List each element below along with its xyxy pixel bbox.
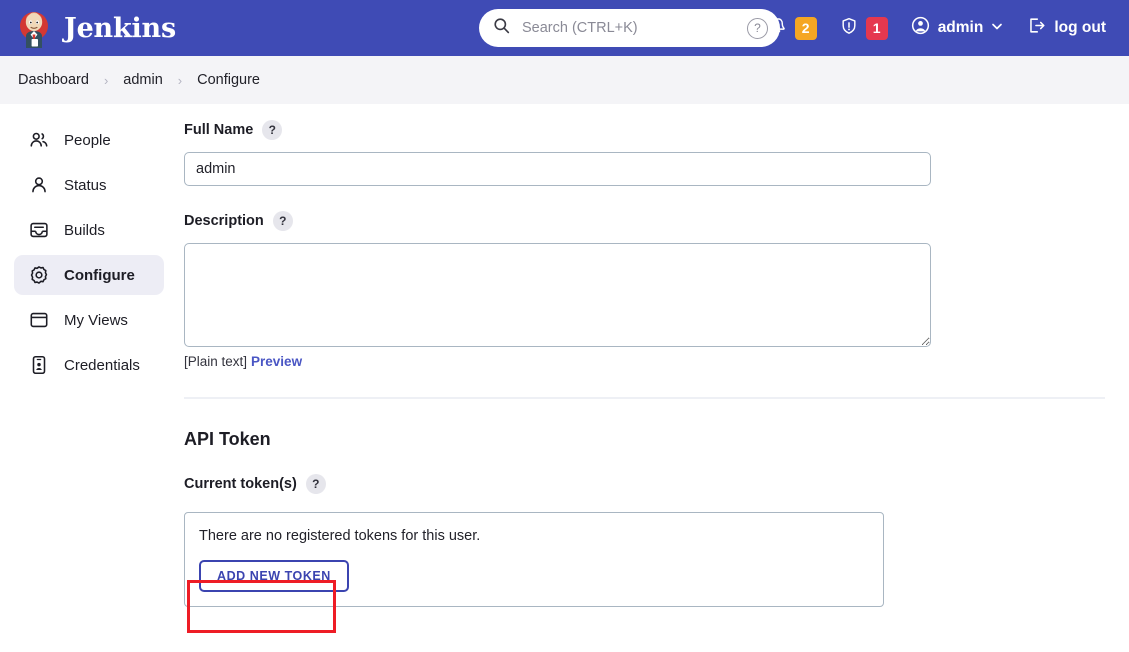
- section-divider: [184, 397, 1105, 399]
- chevron-down-icon: [990, 19, 1004, 38]
- full-name-input[interactable]: [184, 152, 931, 186]
- sidebar-item-status[interactable]: Status: [14, 165, 164, 205]
- security-count-badge: 1: [865, 16, 888, 40]
- full-name-help-icon[interactable]: ?: [262, 120, 283, 140]
- full-name-label-text: Full Name: [184, 122, 254, 138]
- person-icon: [28, 174, 50, 196]
- tokens-empty-message: There are no registered tokens for this …: [199, 528, 481, 544]
- gear-icon: [28, 264, 50, 286]
- sidebar: People Status Builds Configure My Views …: [14, 120, 164, 390]
- window-icon: [28, 309, 50, 331]
- configure-form: Full Name ? Description ? [Plain text]Pr…: [184, 120, 1114, 607]
- header-actions: 2 1 admin log out: [757, 0, 1117, 56]
- jenkins-butler-logo-icon: [14, 8, 54, 48]
- logout-label: log out: [1054, 19, 1106, 36]
- breadcrumb-item-admin[interactable]: admin: [121, 72, 165, 88]
- current-tokens-help-icon[interactable]: ?: [305, 474, 326, 494]
- sidebar-item-my-views[interactable]: My Views: [14, 300, 164, 340]
- sidebar-item-label: My Views: [64, 311, 128, 329]
- sidebar-item-credentials[interactable]: Credentials: [14, 345, 164, 385]
- description-help-icon[interactable]: ?: [272, 211, 293, 231]
- logout-arrow-icon: [1026, 15, 1047, 41]
- sidebar-item-configure[interactable]: Configure: [14, 255, 164, 295]
- sidebar-item-label: People: [64, 131, 111, 149]
- jenkins-home-link[interactable]: Jenkins: [14, 8, 176, 48]
- api-token-section-title: API Token: [184, 429, 271, 449]
- security-warnings-button[interactable]: 1: [828, 0, 899, 56]
- user-circle-icon: [910, 15, 931, 41]
- description-textarea[interactable]: [184, 243, 931, 347]
- current-tokens-label-text: Current token(s): [184, 476, 297, 492]
- description-label: Description ?: [184, 211, 1114, 231]
- sidebar-item-builds[interactable]: Builds: [14, 210, 164, 250]
- description-label-text: Description: [184, 213, 264, 229]
- bell-icon: [768, 16, 788, 41]
- breadcrumb-item-configure[interactable]: Configure: [195, 72, 262, 88]
- builds-tray-icon: [28, 219, 50, 241]
- search-input[interactable]: [520, 19, 747, 37]
- description-markup-row: [Plain text] Preview: [184, 354, 1114, 369]
- tokens-panel: There are no registered tokens for this …: [184, 512, 884, 607]
- breadcrumb-separator: ›: [103, 72, 109, 88]
- logout-button[interactable]: log out: [1015, 0, 1117, 56]
- sidebar-item-label: Builds: [64, 221, 105, 239]
- user-menu-label: admin: [937, 19, 984, 36]
- user-menu-button[interactable]: admin: [899, 0, 1016, 56]
- breadcrumb: Dashboard › admin › Configure: [0, 56, 1129, 104]
- breadcrumb-separator: ›: [177, 72, 183, 88]
- sidebar-item-label: Status: [64, 176, 107, 194]
- description-preview-link[interactable]: Preview: [251, 354, 302, 369]
- search-bar[interactable]: ?: [479, 9, 780, 47]
- notification-count-badge: 2: [794, 16, 817, 40]
- sidebar-item-label: Credentials: [64, 356, 140, 374]
- credentials-card-icon: [28, 354, 50, 376]
- sidebar-item-people[interactable]: People: [14, 120, 164, 160]
- breadcrumb-item-dashboard[interactable]: Dashboard: [16, 72, 91, 88]
- brand-title: Jenkins: [64, 12, 176, 44]
- current-tokens-label: Current token(s) ?: [184, 474, 1114, 494]
- search-icon: [493, 17, 510, 39]
- full-name-label: Full Name ?: [184, 120, 1114, 140]
- add-new-token-button[interactable]: ADD NEW TOKEN: [199, 560, 349, 592]
- app-header: Jenkins ? 2: [0, 0, 1129, 56]
- sidebar-item-label: Configure: [64, 266, 135, 284]
- shield-exclamation-icon: [839, 16, 859, 41]
- people-icon: [28, 129, 50, 151]
- markup-type-label: [Plain text]: [184, 354, 248, 369]
- notifications-button[interactable]: 2: [757, 0, 828, 56]
